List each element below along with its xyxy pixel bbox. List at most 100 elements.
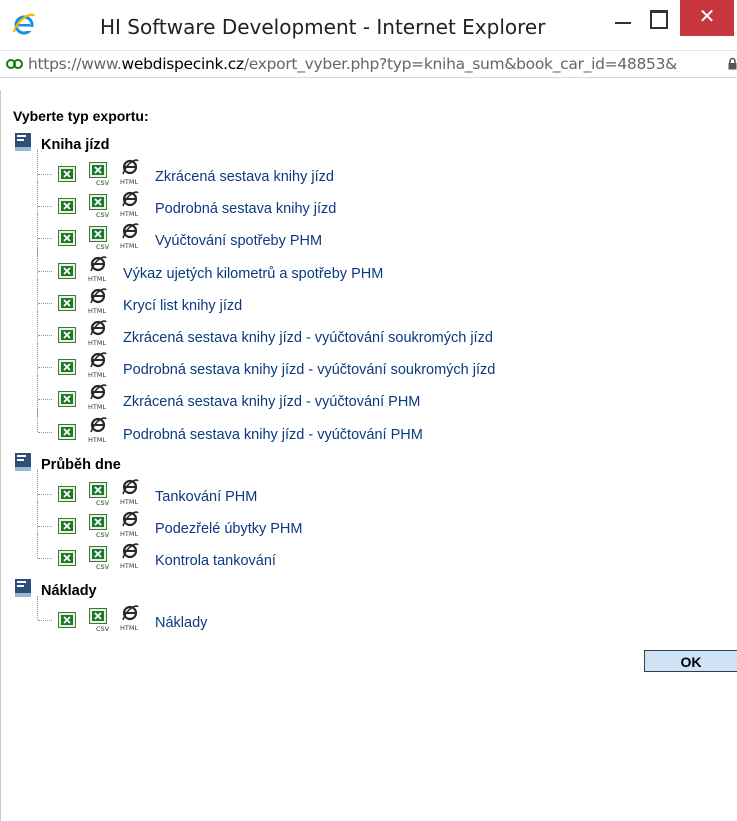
export-link[interactable]: Zkrácená sestava knihy jízd - vyúčtování… <box>123 394 420 410</box>
title-bar: HI Software Development - Internet Explo… <box>0 0 737 50</box>
tree-branch <box>38 493 52 495</box>
csv-icon[interactable]: CSV <box>89 481 111 506</box>
site-identity-icon <box>6 59 23 69</box>
export-link[interactable]: Zkrácená sestava knihy jízd <box>155 169 334 185</box>
tree-branch <box>38 526 52 527</box>
lock-icon[interactable] <box>728 57 737 70</box>
ok-button[interactable]: OK <box>644 650 737 672</box>
excel-icon[interactable] <box>58 423 76 440</box>
html-icon[interactable]: HTML <box>87 416 113 444</box>
svg-text:CSV: CSV <box>96 243 110 250</box>
window-title: HI Software Development - Internet Explo… <box>100 15 546 39</box>
export-link[interactable]: Tankování PHM <box>155 489 257 505</box>
export-link[interactable]: Podezřelé úbytky PHM <box>155 521 302 537</box>
excel-icon[interactable] <box>58 612 76 629</box>
excel-icon[interactable] <box>58 485 76 502</box>
tree-branch <box>38 206 52 208</box>
html-icon[interactable]: HTML <box>87 287 113 315</box>
tree-branch <box>38 270 52 272</box>
html-icon[interactable]: HTML <box>119 222 145 250</box>
svg-text:HTML: HTML <box>120 624 138 632</box>
section-title: Průběh dne <box>41 456 121 473</box>
tree-branch <box>38 367 52 369</box>
page-content: Vyberte typ exportu: Kniha jízd CSV HTML Zk… <box>0 90 737 821</box>
excel-icon[interactable] <box>58 198 76 215</box>
maximize-button[interactable] <box>648 8 668 29</box>
html-icon[interactable]: HTML <box>119 542 145 570</box>
csv-icon[interactable]: CSV <box>89 608 111 632</box>
page-heading: Vyberte typ exportu: <box>13 108 149 124</box>
excel-icon[interactable] <box>58 294 76 311</box>
csv-icon[interactable]: CSV <box>89 194 111 218</box>
html-icon[interactable]: HTML <box>87 351 113 379</box>
section-title: Náklady <box>41 583 97 600</box>
url-domain: webdispecink.cz <box>121 55 245 73</box>
svg-text:CSV: CSV <box>96 499 110 506</box>
export-link[interactable]: Vyúčtování spotřeby PHM <box>155 233 322 249</box>
svg-text:CSV: CSV <box>96 563 110 570</box>
section-title: Kniha jízd <box>41 137 110 153</box>
svg-text:HTML: HTML <box>120 178 138 186</box>
tree-branch <box>38 238 52 240</box>
html-icon[interactable]: HTML <box>119 158 145 186</box>
tree-branch <box>38 302 52 304</box>
minimize-button[interactable] <box>612 20 634 34</box>
book-icon <box>15 452 31 471</box>
export-link[interactable]: Podrobná sestava knihy jízd - vyúčtování… <box>123 362 495 378</box>
export-link[interactable]: Kontrola tankování <box>155 553 276 569</box>
svg-text:HTML: HTML <box>120 562 138 570</box>
export-link[interactable]: Krycí list knihy jízd <box>123 298 242 314</box>
svg-text:HTML: HTML <box>88 275 106 283</box>
close-icon: ✕ <box>698 6 716 28</box>
excel-icon[interactable] <box>58 327 76 343</box>
csv-icon[interactable]: CSV <box>89 514 111 538</box>
excel-icon[interactable] <box>58 518 76 534</box>
svg-text:CSV: CSV <box>96 625 110 632</box>
url-text[interactable]: https://www.webdispecink.cz/export_vyber… <box>28 55 677 73</box>
excel-icon[interactable] <box>58 550 76 567</box>
export-link[interactable]: Náklady <box>155 615 207 631</box>
svg-text:CSV: CSV <box>96 531 110 538</box>
excel-icon[interactable] <box>58 359 76 376</box>
export-link[interactable]: Výkaz ujetých kilometrů a spotřeby PHM <box>123 266 383 282</box>
html-icon[interactable]: HTML <box>119 478 145 506</box>
html-icon[interactable]: HTML <box>87 319 113 347</box>
book-icon <box>15 579 31 598</box>
html-icon[interactable]: HTML <box>87 255 113 283</box>
svg-text:HTML: HTML <box>88 371 106 379</box>
html-icon[interactable]: HTML <box>87 383 113 411</box>
svg-text:HTML: HTML <box>88 436 106 444</box>
tree-branch <box>38 431 52 433</box>
export-link[interactable]: Podrobná sestava knihy jízd <box>155 201 336 217</box>
html-icon[interactable]: HTML <box>119 510 145 538</box>
excel-icon[interactable] <box>58 230 76 247</box>
export-link[interactable]: Podrobná sestava knihy jízd - vyúčtování… <box>123 427 423 443</box>
svg-text:HTML: HTML <box>88 403 106 411</box>
tree-branch <box>38 174 52 175</box>
book-icon <box>15 133 31 151</box>
tree-line <box>37 596 38 621</box>
tree-branch <box>38 335 52 336</box>
svg-text:HTML: HTML <box>120 210 138 218</box>
svg-text:HTML: HTML <box>120 242 138 250</box>
export-link[interactable]: Zkrácená sestava knihy jízd - vyúčtování… <box>123 330 493 346</box>
svg-text:HTML: HTML <box>120 530 138 538</box>
csv-icon[interactable]: CSV <box>89 226 111 250</box>
close-button[interactable]: ✕ <box>680 0 734 36</box>
tree-line <box>37 407 38 432</box>
excel-icon[interactable] <box>58 262 76 279</box>
svg-text:HTML: HTML <box>88 339 106 347</box>
excel-icon[interactable] <box>58 391 76 408</box>
html-icon[interactable]: HTML <box>119 190 145 218</box>
address-bar[interactable]: https://www.webdispecink.cz/export_vyber… <box>0 50 737 78</box>
tree-branch <box>38 399 52 401</box>
svg-text:CSV: CSV <box>96 179 110 186</box>
csv-icon[interactable]: CSV <box>89 546 111 570</box>
tree-branch <box>38 558 52 560</box>
svg-text:HTML: HTML <box>120 498 138 506</box>
html-icon[interactable]: HTML <box>119 604 145 632</box>
excel-icon[interactable] <box>58 166 76 182</box>
tree-branch <box>38 620 52 622</box>
csv-icon[interactable]: CSV <box>89 162 111 186</box>
svg-text:HTML: HTML <box>88 307 106 315</box>
